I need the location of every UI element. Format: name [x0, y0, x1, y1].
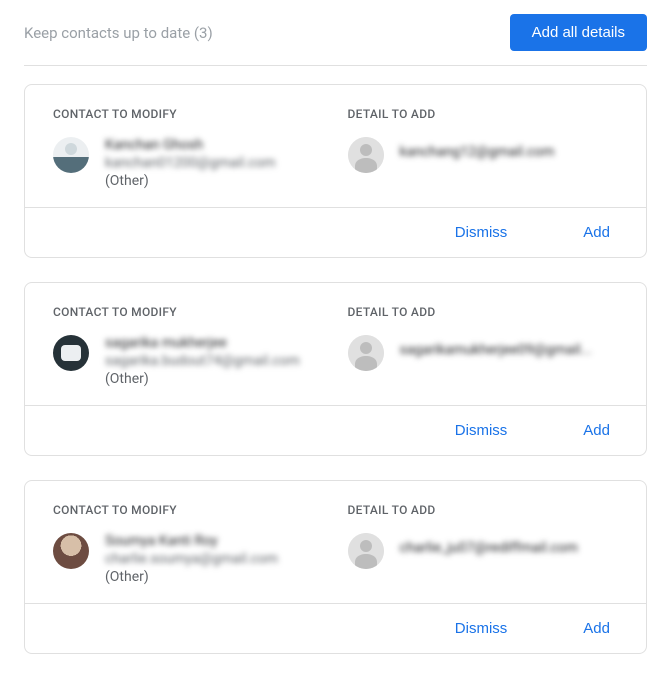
suggestion-card: CONTACT TO MODIFY sagarika mukherjee sag… [24, 282, 647, 456]
contact-name: Soumya Kanti Roy [105, 533, 324, 549]
card-actions: Dismiss Add [25, 603, 646, 653]
contact-column: CONTACT TO MODIFY sagarika mukherjee sag… [53, 305, 324, 387]
detail-email: sagarikamukherjee09@gmail... [400, 335, 592, 358]
dismiss-button[interactable]: Dismiss [447, 220, 516, 245]
card-body: CONTACT TO MODIFY Soumya Kanti Roy charl… [25, 481, 646, 603]
detail-column: DETAIL TO ADD charlie_ju07@rediffmail.co… [348, 503, 619, 585]
contact-column-header: CONTACT TO MODIFY [53, 503, 324, 517]
contact-column: CONTACT TO MODIFY Soumya Kanti Roy charl… [53, 503, 324, 585]
add-button[interactable]: Add [575, 418, 618, 443]
contact-avatar [53, 137, 89, 173]
contact-name: sagarika mukherjee [105, 335, 324, 351]
card-actions: Dismiss Add [25, 207, 646, 257]
add-all-details-button[interactable]: Add all details [510, 14, 647, 51]
contact-avatar [53, 335, 89, 371]
contact-info: Kanchan Ghosh kanchan01200@gmail.com (Ot… [105, 137, 324, 189]
detail-column: DETAIL TO ADD kanchang12@gmail.com [348, 107, 619, 189]
detail-column-header: DETAIL TO ADD [348, 305, 619, 319]
detail-email: charlie_ju07@rediffmail.com [400, 533, 578, 556]
contact-row: sagarika mukherjee sagarika.budout74@gma… [53, 335, 324, 387]
detail-column-header: DETAIL TO ADD [348, 107, 619, 121]
contact-name: Kanchan Ghosh [105, 137, 324, 153]
suggestion-card: CONTACT TO MODIFY Kanchan Ghosh kanchan0… [24, 84, 647, 258]
add-button[interactable]: Add [575, 220, 618, 245]
contact-row: Soumya Kanti Roy charlie.soumya@gmail.co… [53, 533, 324, 585]
detail-row: sagarikamukherjee09@gmail... [348, 335, 619, 371]
contact-column-header: CONTACT TO MODIFY [53, 107, 324, 121]
suggestion-card: CONTACT TO MODIFY Soumya Kanti Roy charl… [24, 480, 647, 654]
person-icon [348, 533, 384, 569]
contact-column: CONTACT TO MODIFY Kanchan Ghosh kanchan0… [53, 107, 324, 189]
detail-column-header: DETAIL TO ADD [348, 503, 619, 517]
detail-column: DETAIL TO ADD sagarikamukherjee09@gmail.… [348, 305, 619, 387]
contact-type: (Other) [105, 173, 324, 189]
contact-avatar [53, 533, 89, 569]
card-body: CONTACT TO MODIFY sagarika mukherjee sag… [25, 283, 646, 405]
contact-type: (Other) [105, 569, 324, 585]
dismiss-button[interactable]: Dismiss [447, 418, 516, 443]
contact-type: (Other) [105, 371, 324, 387]
card-actions: Dismiss Add [25, 405, 646, 455]
person-icon [348, 335, 384, 371]
contact-email: kanchan01200@gmail.com [105, 155, 324, 171]
detail-row: kanchang12@gmail.com [348, 137, 619, 173]
contact-info: sagarika mukherjee sagarika.budout74@gma… [105, 335, 324, 387]
detail-row: charlie_ju07@rediffmail.com [348, 533, 619, 569]
contact-row: Kanchan Ghosh kanchan01200@gmail.com (Ot… [53, 137, 324, 189]
page-title: Keep contacts up to date (3) [24, 24, 213, 42]
contact-info: Soumya Kanti Roy charlie.soumya@gmail.co… [105, 533, 324, 585]
card-body: CONTACT TO MODIFY Kanchan Ghosh kanchan0… [25, 85, 646, 207]
header-divider [24, 65, 647, 66]
person-icon [348, 137, 384, 173]
contact-column-header: CONTACT TO MODIFY [53, 305, 324, 319]
header-row: Keep contacts up to date (3) Add all det… [24, 10, 647, 65]
contact-email: sagarika.budout74@gmail.com [105, 353, 324, 369]
contact-email: charlie.soumya@gmail.com [105, 551, 324, 567]
detail-email: kanchang12@gmail.com [400, 137, 555, 160]
